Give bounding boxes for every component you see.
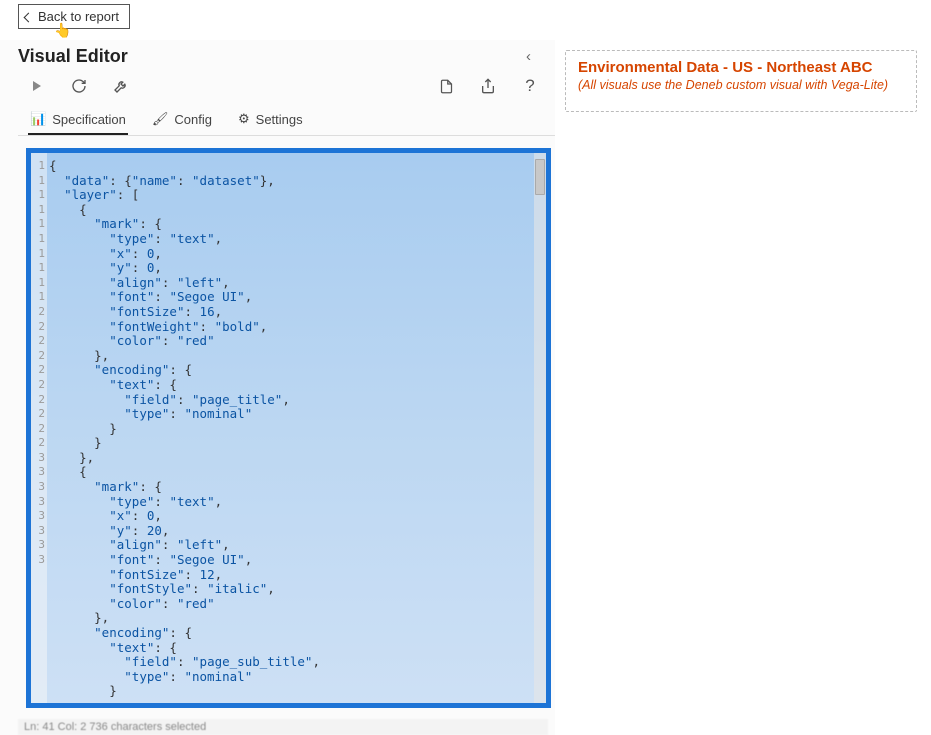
main-layout: Visual Editor ‹ ? — [0, 40, 931, 735]
code-editor-highlight: 1 1 1 1 1 1 1 1 1 1 2 2 2 2 2 2 2 2 2 2 … — [26, 148, 551, 708]
new-file-icon[interactable] — [437, 77, 455, 95]
toolbar-left-group — [28, 77, 130, 95]
code-editor[interactable]: 1 1 1 1 1 1 1 1 1 1 2 2 2 2 2 2 2 2 2 2 … — [31, 153, 546, 703]
tab-config[interactable]: 🖌 Config — [150, 105, 214, 135]
scrollbar-thumb[interactable] — [535, 159, 545, 195]
panel-title: Visual Editor — [18, 46, 128, 67]
visual-title: Environmental Data - US - Northeast ABC — [578, 59, 904, 76]
visual-editor-pane: Visual Editor ‹ ? — [0, 40, 555, 735]
report-canvas: Environmental Data - US - Northeast ABC … — [555, 40, 931, 735]
status-text: Ln: 41 Col: 2 736 characters selected — [24, 721, 206, 733]
back-to-report-button[interactable]: Back to report — [18, 4, 130, 29]
chevron-left-icon — [25, 9, 32, 24]
code-textarea[interactable]: { "data": {"name": "dataset"}, "layer": … — [47, 153, 534, 703]
visual-subtitle: (All visuals use the Deneb custom visual… — [578, 78, 904, 92]
tab-specification[interactable]: 📊 Specification — [28, 105, 128, 135]
tab-settings[interactable]: ⚙ Settings — [236, 105, 305, 135]
vertical-scrollbar[interactable] — [534, 153, 546, 703]
collapse-pane-button[interactable]: ‹ — [518, 44, 539, 69]
refresh-icon[interactable] — [70, 77, 88, 95]
back-label: Back to report — [38, 9, 119, 24]
bar-chart-icon: 📊 — [30, 111, 46, 127]
gear-icon: ⚙ — [238, 111, 250, 127]
play-icon[interactable] — [28, 77, 46, 95]
tab-label: Config — [174, 112, 212, 127]
editor-tabs: 📊 Specification 🖌 Config ⚙ Settings — [18, 105, 555, 136]
line-number-gutter: 1 1 1 1 1 1 1 1 1 1 2 2 2 2 2 2 2 2 2 2 … — [31, 153, 47, 703]
help-icon[interactable]: ? — [521, 77, 539, 95]
toolbar-right-group: ? — [437, 77, 539, 95]
tab-label: Settings — [256, 112, 303, 127]
editor-toolbar: ? — [18, 75, 555, 105]
visual-editor-header: Visual Editor ‹ — [18, 44, 555, 69]
export-icon[interactable] — [479, 77, 497, 95]
wrench-icon[interactable] — [112, 77, 130, 95]
editor-status-bar: Ln: 41 Col: 2 736 characters selected — [18, 719, 548, 735]
brush-icon: 🖌 — [152, 111, 169, 127]
tab-label: Specification — [52, 112, 126, 127]
deneb-visual[interactable]: Environmental Data - US - Northeast ABC … — [565, 50, 917, 112]
